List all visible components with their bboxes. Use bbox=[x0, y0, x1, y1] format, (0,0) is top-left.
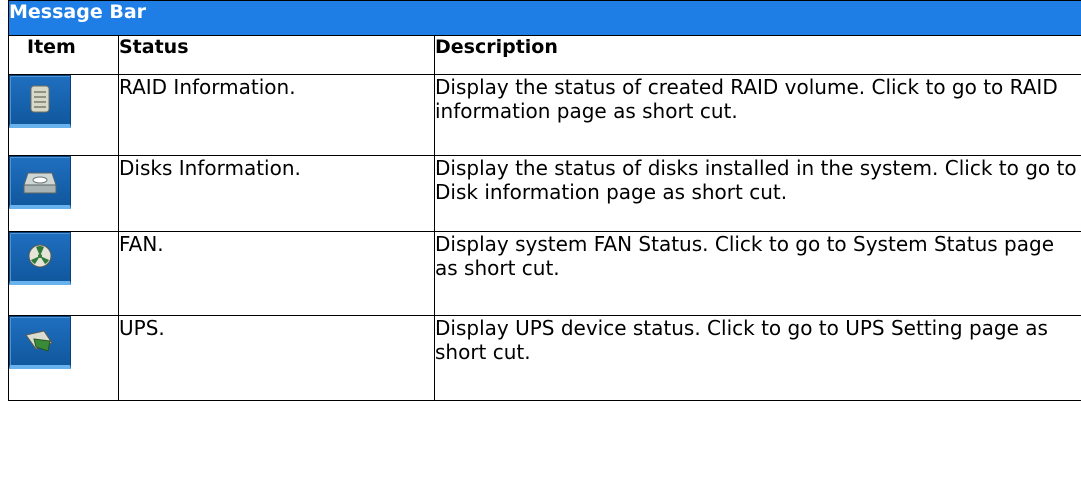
status-cell: Disks Information. bbox=[118, 155, 435, 232]
message-bar-table: Message Bar Item Status Description RAID… bbox=[7, 0, 1081, 401]
raid-icon[interactable] bbox=[9, 75, 71, 128]
column-header-status: Status bbox=[118, 35, 435, 75]
description-cell: Display UPS device status. Click to go t… bbox=[433, 315, 1081, 401]
table-row: FAN. Display system FAN Status. Click to… bbox=[8, 231, 1081, 316]
table-row: RAID Information. Display the status of … bbox=[8, 74, 1081, 156]
table-row: Disks Information. Display the status of… bbox=[8, 155, 1081, 232]
description-cell: Display system FAN Status. Click to go t… bbox=[433, 231, 1081, 316]
description-cell: Display the status of created RAID volum… bbox=[433, 74, 1081, 156]
fan-icon[interactable] bbox=[9, 232, 71, 285]
item-cell bbox=[8, 155, 119, 232]
description-cell: Display the status of disks installed in… bbox=[433, 155, 1081, 232]
status-cell: FAN. bbox=[118, 231, 435, 316]
status-cell: UPS. bbox=[118, 315, 435, 401]
status-cell: RAID Information. bbox=[118, 74, 435, 156]
table-row: UPS. Display UPS device status. Click to… bbox=[8, 315, 1081, 401]
ups-icon[interactable] bbox=[9, 316, 71, 369]
column-header-description: Description bbox=[433, 35, 1081, 75]
table-title: Message Bar bbox=[7, 0, 1081, 36]
item-cell bbox=[8, 231, 119, 316]
column-header-item: Item bbox=[8, 35, 119, 75]
item-cell bbox=[8, 74, 119, 156]
item-cell bbox=[8, 315, 119, 401]
disk-icon[interactable] bbox=[9, 156, 71, 209]
